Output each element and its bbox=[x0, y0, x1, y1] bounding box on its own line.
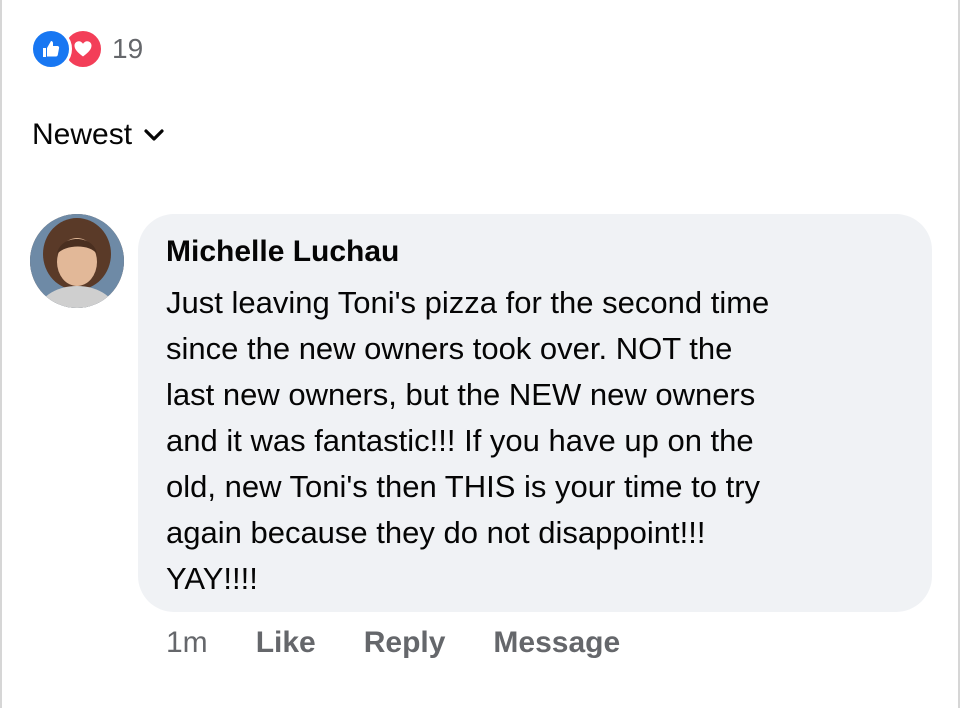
sort-label: Newest bbox=[32, 118, 133, 151]
avatar[interactable] bbox=[30, 214, 124, 308]
reaction-count: 19 bbox=[112, 33, 144, 64]
comment-timestamp[interactable]: 1m bbox=[166, 626, 208, 660]
reply-button[interactable]: Reply bbox=[364, 626, 446, 660]
chevron-down-icon bbox=[144, 128, 164, 142]
message-button[interactable]: Message bbox=[493, 626, 620, 660]
reactions-summary[interactable]: 19 bbox=[30, 28, 143, 70]
like-icon bbox=[30, 28, 72, 70]
like-button[interactable]: Like bbox=[256, 626, 316, 660]
comment-bubble: Michelle Luchau Just leaving Toni's pizz… bbox=[138, 214, 932, 612]
comment-actions: 1m Like Reply Message bbox=[166, 626, 668, 660]
sort-dropdown[interactable]: Newest bbox=[32, 118, 164, 152]
comments-panel: 19 Newest Michelle Luchau Just leaving T… bbox=[0, 0, 960, 708]
comment-text: Just leaving Toni's pizza for the second… bbox=[166, 285, 770, 596]
comment-author[interactable]: Michelle Luchau bbox=[166, 232, 904, 272]
